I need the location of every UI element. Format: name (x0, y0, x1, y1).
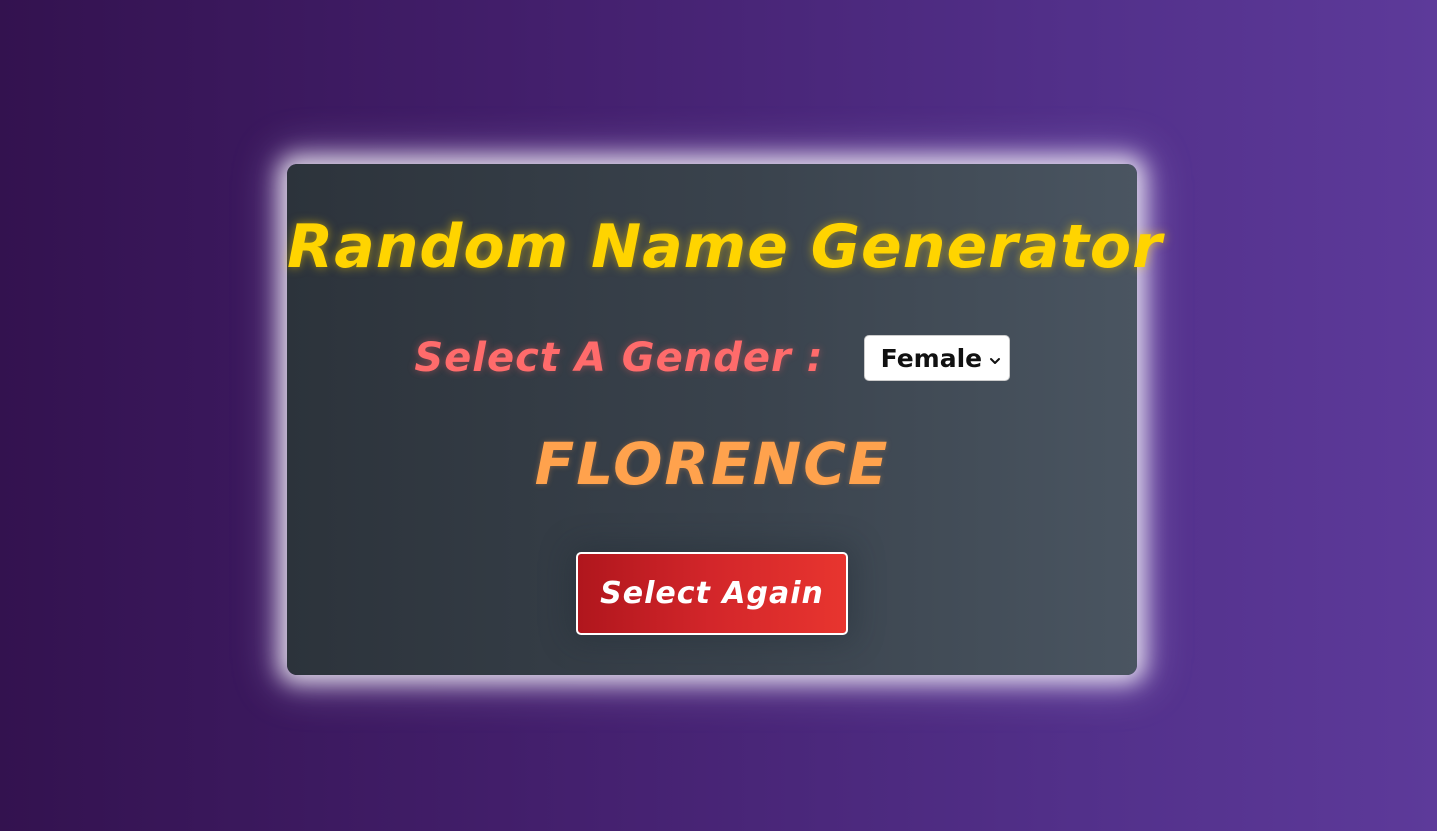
chevron-down-icon (989, 352, 1001, 364)
generator-card: Random Name Generator Select A Gender : … (287, 164, 1163, 675)
page-title: Random Name Generator (287, 212, 1163, 282)
gender-select-value: Female (880, 343, 983, 373)
gender-row: Select A Gender : Female (287, 334, 1137, 382)
generated-name: FLORENCE (534, 430, 890, 498)
gender-label: Select A Gender : (414, 335, 824, 381)
gender-select[interactable]: Female (863, 335, 1010, 381)
select-again-button[interactable]: Select Again (576, 552, 848, 635)
